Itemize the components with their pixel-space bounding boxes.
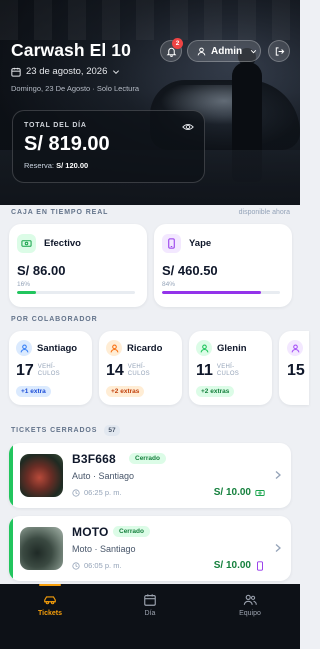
nav-tab-label: Equipo xyxy=(239,610,261,617)
nav-tab-label: Día xyxy=(144,610,156,617)
cash-card-label: Yape xyxy=(189,238,212,249)
eye-icon[interactable] xyxy=(182,121,194,133)
collaborator-extras-badge: +2 extras xyxy=(196,386,235,397)
cash-icon xyxy=(17,234,36,253)
cash-card-amount: S/ 86.00 xyxy=(17,263,66,278)
nav-active-indicator xyxy=(39,584,61,586)
user-icon xyxy=(16,340,32,356)
nav-tab-equipo[interactable]: Equipo xyxy=(200,584,300,649)
ticket-price: S/ 10.00 xyxy=(214,560,265,571)
chevron-right-icon xyxy=(275,471,281,479)
reserve-value: S/ 120.00 xyxy=(56,161,89,170)
collaborator-card-ricardo[interactable]: Ricardo 14 VEHÍ- CULOS +2 extras xyxy=(99,331,182,405)
chevron-down-icon xyxy=(113,69,120,74)
cash-card-percent: 84% xyxy=(162,281,176,288)
date-label: 23 de agosto, 2026 xyxy=(26,66,108,77)
daily-total-amount: S/ 819.00 xyxy=(24,133,110,155)
app-title: Carwash El 10 xyxy=(11,40,131,60)
cash-card-efectivo[interactable]: Efectivo S/ 86.00 16% xyxy=(9,224,147,307)
ticket-plate: B3F668 xyxy=(72,452,116,466)
daily-total-label: TOTAL DEL DÍA xyxy=(24,122,87,129)
cash-card-progress-fill xyxy=(162,291,262,294)
nav-tab-dia[interactable]: Día xyxy=(100,584,200,649)
phone-icon xyxy=(162,234,181,253)
ticket-status-stripe xyxy=(9,516,13,581)
collaborator-vehicle-unit: VEHÍ- CULOS xyxy=(127,364,150,377)
collaborator-name: Ricardo xyxy=(127,342,163,354)
cash-card-label: Efectivo xyxy=(44,238,81,249)
nav-tab-label: Tickets xyxy=(38,610,62,617)
ticket-time: 06:25 p. m. xyxy=(72,488,122,497)
daily-total-card: TOTAL DEL DÍA S/ 819.00 Reserva: S/ 120.… xyxy=(12,110,205,183)
clock-icon xyxy=(72,561,80,570)
collaborator-card-glenin[interactable]: Glenin 11 VEHÍ- CULOS +2 extras xyxy=(189,331,272,405)
cash-card-percent: 16% xyxy=(17,281,31,288)
collaborator-card-partial[interactable]: 15 xyxy=(279,331,309,405)
chevron-down-icon xyxy=(250,49,257,53)
logout-icon xyxy=(275,46,284,56)
nav-tab-tickets[interactable]: Tickets xyxy=(0,584,100,649)
user-icon xyxy=(197,47,206,55)
ticket-status-badge: Cerrado xyxy=(129,453,166,464)
ticket-status-stripe xyxy=(9,443,13,508)
collaborator-vehicle-count: 15 xyxy=(287,362,305,379)
collaborator-card-santiago[interactable]: Santiago 17 VEHÍ- CULOS +1 extra xyxy=(9,331,92,405)
collaborator-name: Glenin xyxy=(217,342,247,354)
user-menu-label: Admin xyxy=(211,45,243,57)
ticket-meta: Auto · Santiago xyxy=(72,471,135,481)
collaborator-vehicle-count: 17 xyxy=(16,362,34,379)
collaborator-vehicle-unit: VEHÍ- CULOS xyxy=(37,364,60,377)
chevron-right-icon xyxy=(275,544,281,552)
user-icon xyxy=(106,340,122,356)
collaborator-vehicle-count: 14 xyxy=(106,362,124,379)
collaborator-vehicle-count: 11 xyxy=(196,362,213,379)
calendar-icon xyxy=(11,67,21,77)
notification-badge: 2 xyxy=(172,38,183,49)
cash-card-yape[interactable]: Yape S/ 460.50 84% xyxy=(154,224,292,307)
user-icon xyxy=(196,340,212,356)
tickets-section-title: TICKETS CERRADOS 57 xyxy=(11,425,120,436)
cash-section-note: disponible ahora xyxy=(238,209,290,216)
ticket-plate: MOTO xyxy=(72,525,109,539)
ticket-vehicle-photo xyxy=(20,454,63,497)
cash-icon xyxy=(255,489,265,496)
cash-card-progress xyxy=(162,291,280,294)
ticket-price: S/ 10.00 xyxy=(214,487,265,498)
collaborator-extras-badge: +2 extras xyxy=(106,386,145,397)
car-icon xyxy=(44,596,56,605)
user-menu-button[interactable]: Admin xyxy=(187,40,261,62)
tickets-count-badge: 57 xyxy=(104,425,120,436)
phone-icon xyxy=(257,560,263,571)
cash-card-progress xyxy=(17,291,135,294)
tickets-title: TICKETS CERRADOS xyxy=(11,427,98,434)
ticket-meta: Moto · Santiago xyxy=(72,544,136,554)
collaborator-extras-badge: +1 extra xyxy=(16,386,51,397)
reserve-label: Reserva: xyxy=(24,161,55,170)
date-subtitle: Domingo, 23 De Agosto · Solo Lectura xyxy=(11,84,139,93)
calendar-icon xyxy=(144,594,156,606)
user-icon xyxy=(287,340,303,356)
ticket-card[interactable]: B3F668 Cerrado Auto · Santiago 06:25 p. … xyxy=(9,443,291,508)
date-selector[interactable]: 23 de agosto, 2026 xyxy=(11,66,120,77)
cash-card-amount: S/ 460.50 xyxy=(162,263,218,278)
team-icon xyxy=(243,594,257,605)
clock-icon xyxy=(72,488,80,497)
logout-button[interactable] xyxy=(268,40,290,62)
ticket-status-badge: Cerrado xyxy=(113,526,150,537)
collaborator-vehicle-unit: VEHÍ- CULOS xyxy=(216,364,240,377)
ticket-time: 06:05 p. m. xyxy=(72,561,122,570)
ticket-vehicle-photo xyxy=(20,527,63,570)
cash-section-title: CAJA EN TIEMPO REAL xyxy=(11,209,109,216)
cash-card-progress-fill xyxy=(17,291,36,294)
ticket-card[interactable]: MOTO Cerrado Moto · Santiago 06:05 p. m.… xyxy=(9,516,291,581)
collaborators-section-title: POR COLABORADOR xyxy=(11,316,98,323)
collaborator-name: Santiago xyxy=(37,342,78,354)
reserve-row: Reserva: S/ 120.00 xyxy=(24,161,193,170)
bottom-navigation: Tickets Día Equipo xyxy=(0,584,300,649)
